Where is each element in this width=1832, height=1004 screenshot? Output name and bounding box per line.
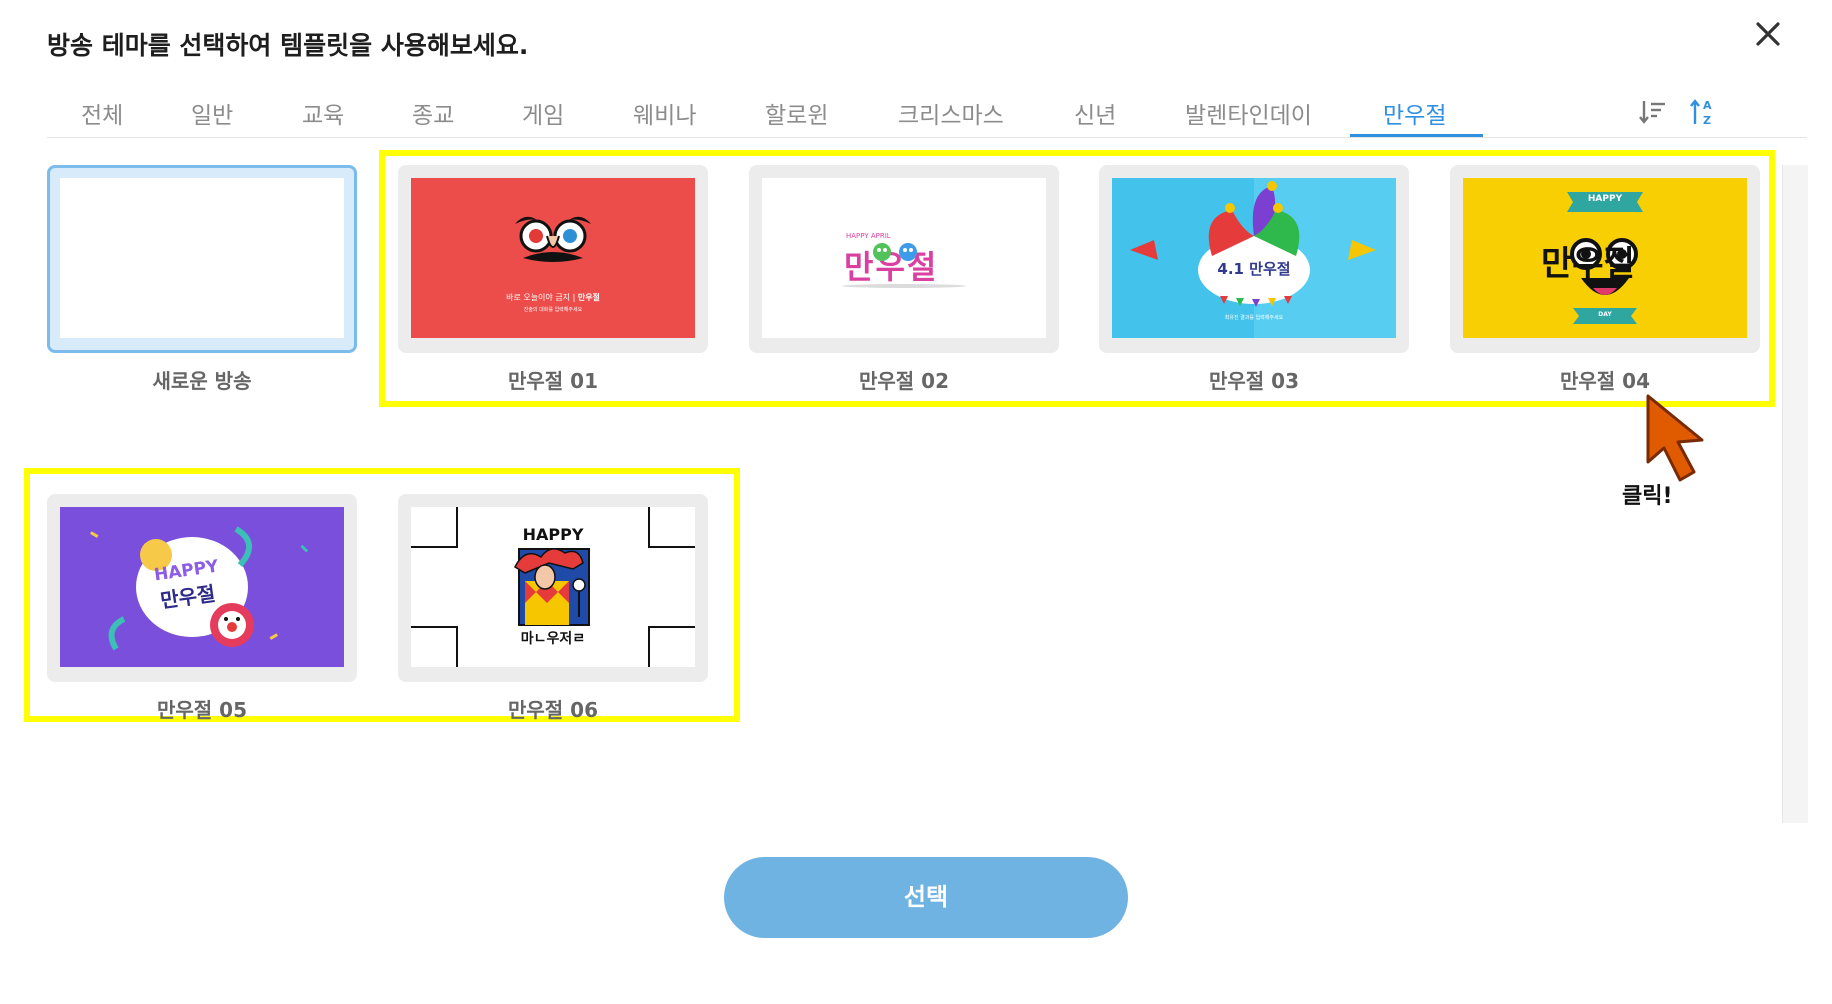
thumbnail-image: HAPPY 마ㄴ우저ㄹ (411, 507, 695, 667)
thumbnail-image: HAPPY 만우절 (60, 507, 344, 667)
sort-alphabetical-icon[interactable]: A Z (1687, 96, 1719, 128)
thumb-text: 진술의 대화를 입력해주세요 (523, 307, 583, 313)
tab-religion[interactable]: 종교 (412, 96, 454, 130)
thumbnail-image: HAPPY APRIL 만우절 (762, 178, 1046, 338)
blank-thumbnail (60, 178, 344, 338)
smiley-faces-icon (842, 243, 966, 288)
thumb-text: 만우절 (1541, 244, 1635, 284)
thumb-text: DAY (1598, 311, 1612, 318)
tab-game[interactable]: 게임 (522, 96, 564, 130)
tab-education[interactable]: 교육 (302, 96, 344, 130)
tab-webinar[interactable]: 웨비나 (633, 96, 696, 130)
tab-christmas[interactable]: 크리스마스 (898, 96, 1004, 130)
template-label: 만우절 04 (1560, 369, 1650, 393)
template-card-new[interactable]: 새로운 방송 (47, 165, 357, 394)
template-label: 만우절 02 (859, 369, 949, 393)
disguise-glasses-icon (515, 216, 591, 262)
template-card-april-fools-05[interactable]: HAPPY 만우절 만우절 05 (47, 494, 357, 723)
thumb-text: HAPPY (1587, 194, 1623, 204)
active-tab-indicator (1350, 134, 1483, 137)
thumb-text: 4.1 만우절 (1217, 260, 1291, 278)
pointer-arrow-icon (1646, 394, 1704, 482)
click-annotation: 클릭! (1622, 484, 1673, 509)
thumbnail-image: 4.1 만우절 최유진 결과를 입력해주세요 (1112, 178, 1396, 338)
template-label: 새로운 방송 (152, 369, 252, 393)
template-card-april-fools-06[interactable]: HAPPY 마ㄴ우저ㄹ 만우절 06 (398, 494, 708, 723)
template-card-april-fools-01[interactable]: 바로 오늘이야 금지 | 만우절 진술의 대화를 입력해주세요 만우절 01 (398, 165, 708, 394)
dialog-title: 방송 테마를 선택하여 템플릿을 사용해보세요. (47, 31, 529, 60)
thumb-text: 마ㄴ우저ㄹ (520, 631, 586, 647)
thumb-text: HAPPY (522, 525, 584, 544)
scrollbar[interactable] (1782, 165, 1808, 823)
close-icon[interactable] (1748, 14, 1788, 54)
select-button[interactable]: 선택 (724, 857, 1128, 938)
tab-all[interactable]: 전체 (81, 96, 123, 130)
template-label: 만우절 01 (508, 369, 598, 393)
thumb-text: 바로 오늘이야 금지 (506, 293, 571, 302)
svg-text:A: A (1703, 99, 1712, 112)
thumb-text: 만우절 (577, 293, 600, 302)
thumbnail-image: 바로 오늘이야 금지 | 만우절 진술의 대화를 입력해주세요 (411, 178, 695, 338)
template-label: 만우절 05 (157, 698, 247, 722)
tab-valentines[interactable]: 발렌타인데이 (1185, 96, 1312, 130)
template-card-april-fools-02[interactable]: HAPPY APRIL 만우절 만우절 02 (749, 165, 1059, 394)
template-card-april-fools-04[interactable]: HAPPY 만우절 DAY 만우절 04 (1450, 165, 1760, 394)
thumb-text: 최유진 결과를 입력해주세요 (1224, 315, 1284, 321)
sort-descending-icon[interactable] (1637, 96, 1669, 128)
tab-new-year[interactable]: 신년 (1074, 96, 1116, 130)
svg-text:Z: Z (1703, 114, 1711, 127)
tab-general[interactable]: 일반 (191, 96, 233, 130)
category-tabs: 전체 일반 교육 종교 게임 웨비나 할로윈 크리스마스 신년 발렌타인데이 만… (47, 92, 1807, 138)
tab-halloween[interactable]: 할로윈 (765, 96, 828, 130)
thumbnail-image: HAPPY 만우절 DAY (1463, 178, 1747, 338)
template-card-april-fools-03[interactable]: 4.1 만우절 최유진 결과를 입력해주세요 만우절 03 (1099, 165, 1409, 394)
template-label: 만우절 03 (1209, 369, 1299, 393)
template-label: 만우절 06 (508, 698, 598, 722)
tab-april-fools[interactable]: 만우절 (1383, 96, 1446, 130)
